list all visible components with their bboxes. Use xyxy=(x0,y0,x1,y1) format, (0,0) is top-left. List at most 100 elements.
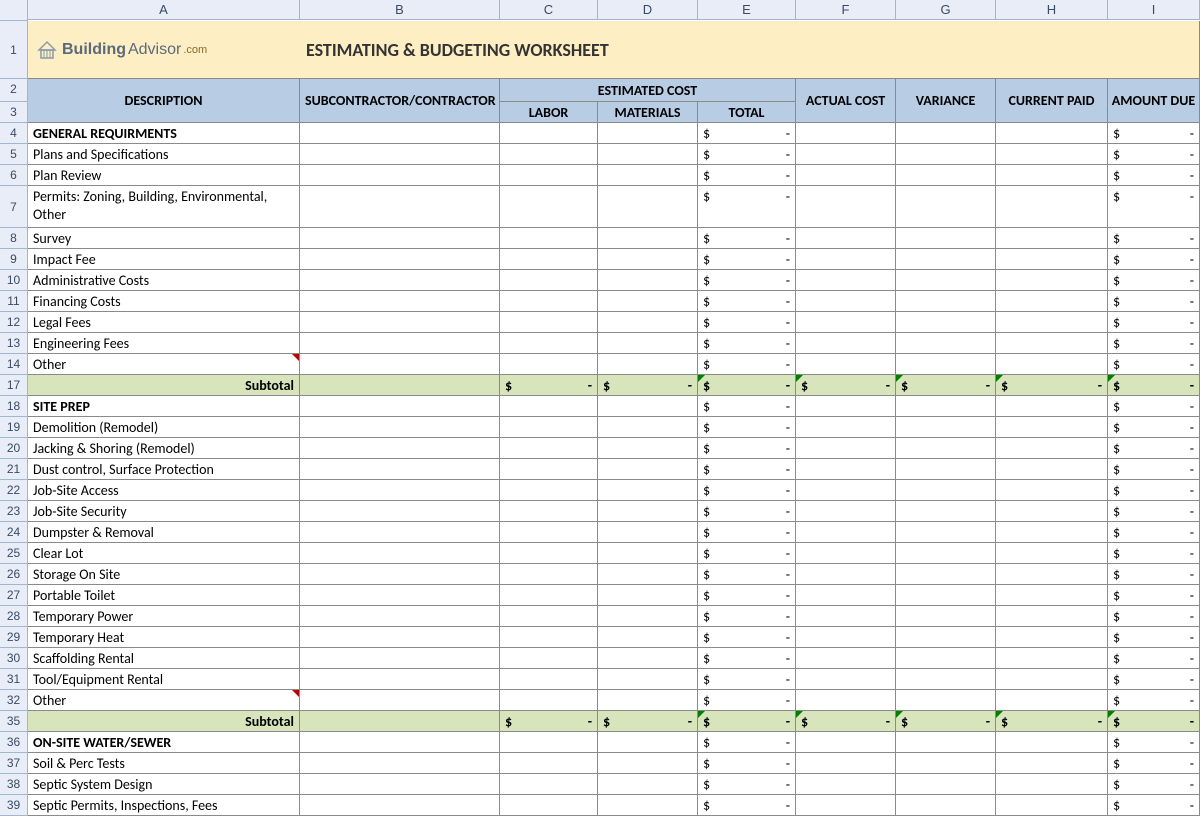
empty-cell[interactable] xyxy=(896,123,996,144)
empty-cell[interactable] xyxy=(300,333,500,354)
empty-cell[interactable] xyxy=(896,522,996,543)
empty-cell[interactable] xyxy=(896,753,996,774)
money-cell[interactable]: $- xyxy=(698,186,796,228)
empty-cell[interactable] xyxy=(300,249,500,270)
empty-cell[interactable] xyxy=(300,606,500,627)
empty-cell[interactable] xyxy=(996,270,1108,291)
empty-cell[interactable] xyxy=(796,270,896,291)
col-header-E[interactable]: E xyxy=(698,0,796,20)
money-cell[interactable]: $- xyxy=(996,711,1108,732)
money-cell[interactable]: $- xyxy=(1108,648,1200,669)
empty-cell[interactable] xyxy=(996,690,1108,711)
empty-cell[interactable] xyxy=(500,669,598,690)
empty-cell[interactable] xyxy=(598,669,698,690)
row-header-2[interactable]: 2 xyxy=(0,79,28,102)
description-cell[interactable]: Demolition (Remodel) xyxy=(28,417,300,438)
money-cell[interactable]: $- xyxy=(698,711,796,732)
row-header-22[interactable]: 22 xyxy=(0,480,28,501)
empty-cell[interactable] xyxy=(300,732,500,753)
description-cell[interactable]: Job-Site Access xyxy=(28,480,300,501)
col-header-G[interactable]: G xyxy=(896,0,996,20)
empty-cell[interactable] xyxy=(996,165,1108,186)
row-header-38[interactable]: 38 xyxy=(0,774,28,795)
empty-cell[interactable] xyxy=(796,165,896,186)
money-cell[interactable]: $- xyxy=(1108,270,1200,291)
row-header-5[interactable]: 5 xyxy=(0,144,28,165)
money-cell[interactable]: $- xyxy=(1108,354,1200,375)
money-cell[interactable]: $- xyxy=(698,354,796,375)
empty-cell[interactable] xyxy=(896,417,996,438)
money-cell[interactable]: $- xyxy=(1108,123,1200,144)
row-header-37[interactable]: 37 xyxy=(0,753,28,774)
empty-cell[interactable] xyxy=(796,480,896,501)
money-cell[interactable]: $- xyxy=(698,459,796,480)
empty-cell[interactable] xyxy=(598,522,698,543)
col-header-D[interactable]: D xyxy=(598,0,698,20)
empty-cell[interactable] xyxy=(996,249,1108,270)
empty-cell[interactable] xyxy=(300,669,500,690)
empty-cell[interactable] xyxy=(896,564,996,585)
empty-cell[interactable] xyxy=(796,144,896,165)
row-header-23[interactable]: 23 xyxy=(0,501,28,522)
empty-cell[interactable] xyxy=(796,522,896,543)
empty-cell[interactable] xyxy=(500,144,598,165)
empty-cell[interactable] xyxy=(300,627,500,648)
empty-cell[interactable] xyxy=(598,732,698,753)
empty-cell[interactable] xyxy=(500,480,598,501)
empty-cell[interactable] xyxy=(500,165,598,186)
empty-cell[interactable] xyxy=(796,354,896,375)
description-cell[interactable]: Storage On Site xyxy=(28,564,300,585)
description-cell[interactable]: Dumpster & Removal xyxy=(28,522,300,543)
row-header-31[interactable]: 31 xyxy=(0,669,28,690)
empty-cell[interactable] xyxy=(896,165,996,186)
money-cell[interactable]: $- xyxy=(698,648,796,669)
money-cell[interactable]: $- xyxy=(1108,732,1200,753)
empty-cell[interactable] xyxy=(796,501,896,522)
empty-cell[interactable] xyxy=(996,606,1108,627)
description-cell[interactable]: Clear Lot xyxy=(28,543,300,564)
description-cell[interactable]: Engineering Fees xyxy=(28,333,300,354)
empty-cell[interactable] xyxy=(300,186,500,228)
empty-cell[interactable] xyxy=(796,291,896,312)
empty-cell[interactable] xyxy=(996,627,1108,648)
row-header-19[interactable]: 19 xyxy=(0,417,28,438)
money-cell[interactable]: $- xyxy=(698,375,796,396)
empty-cell[interactable] xyxy=(500,585,598,606)
empty-cell[interactable] xyxy=(796,312,896,333)
empty-cell[interactable] xyxy=(500,396,598,417)
description-cell[interactable]: Dust control, Surface Protection xyxy=(28,459,300,480)
row-header-26[interactable]: 26 xyxy=(0,564,28,585)
money-cell[interactable]: $- xyxy=(698,627,796,648)
empty-cell[interactable] xyxy=(796,753,896,774)
header-labor[interactable]: LABOR xyxy=(500,102,598,123)
empty-cell[interactable] xyxy=(500,228,598,249)
empty-cell[interactable] xyxy=(796,690,896,711)
select-all-corner[interactable] xyxy=(0,0,28,21)
empty-cell[interactable] xyxy=(300,270,500,291)
empty-cell[interactable] xyxy=(996,480,1108,501)
empty-cell[interactable] xyxy=(896,144,996,165)
empty-cell[interactable] xyxy=(500,690,598,711)
description-cell[interactable]: Administrative Costs xyxy=(28,270,300,291)
empty-cell[interactable] xyxy=(300,438,500,459)
row-header-24[interactable]: 24 xyxy=(0,522,28,543)
empty-cell[interactable] xyxy=(500,333,598,354)
empty-cell[interactable] xyxy=(598,354,698,375)
empty-cell[interactable] xyxy=(796,585,896,606)
money-cell[interactable]: $- xyxy=(1108,690,1200,711)
row-header-12[interactable]: 12 xyxy=(0,312,28,333)
money-cell[interactable]: $- xyxy=(1108,711,1200,732)
header-materials[interactable]: MATERIALS xyxy=(598,102,698,123)
empty-cell[interactable] xyxy=(300,774,500,795)
money-cell[interactable]: $- xyxy=(896,711,996,732)
row-header-8[interactable]: 8 xyxy=(0,228,28,249)
empty-cell[interactable] xyxy=(996,564,1108,585)
empty-cell[interactable] xyxy=(598,753,698,774)
header-amount-due[interactable]: AMOUNT DUE xyxy=(1108,79,1200,123)
empty-cell[interactable] xyxy=(598,417,698,438)
empty-cell[interactable] xyxy=(300,417,500,438)
empty-cell[interactable] xyxy=(996,123,1108,144)
empty-cell[interactable] xyxy=(300,795,500,816)
empty-cell[interactable] xyxy=(996,396,1108,417)
empty-cell[interactable] xyxy=(598,396,698,417)
